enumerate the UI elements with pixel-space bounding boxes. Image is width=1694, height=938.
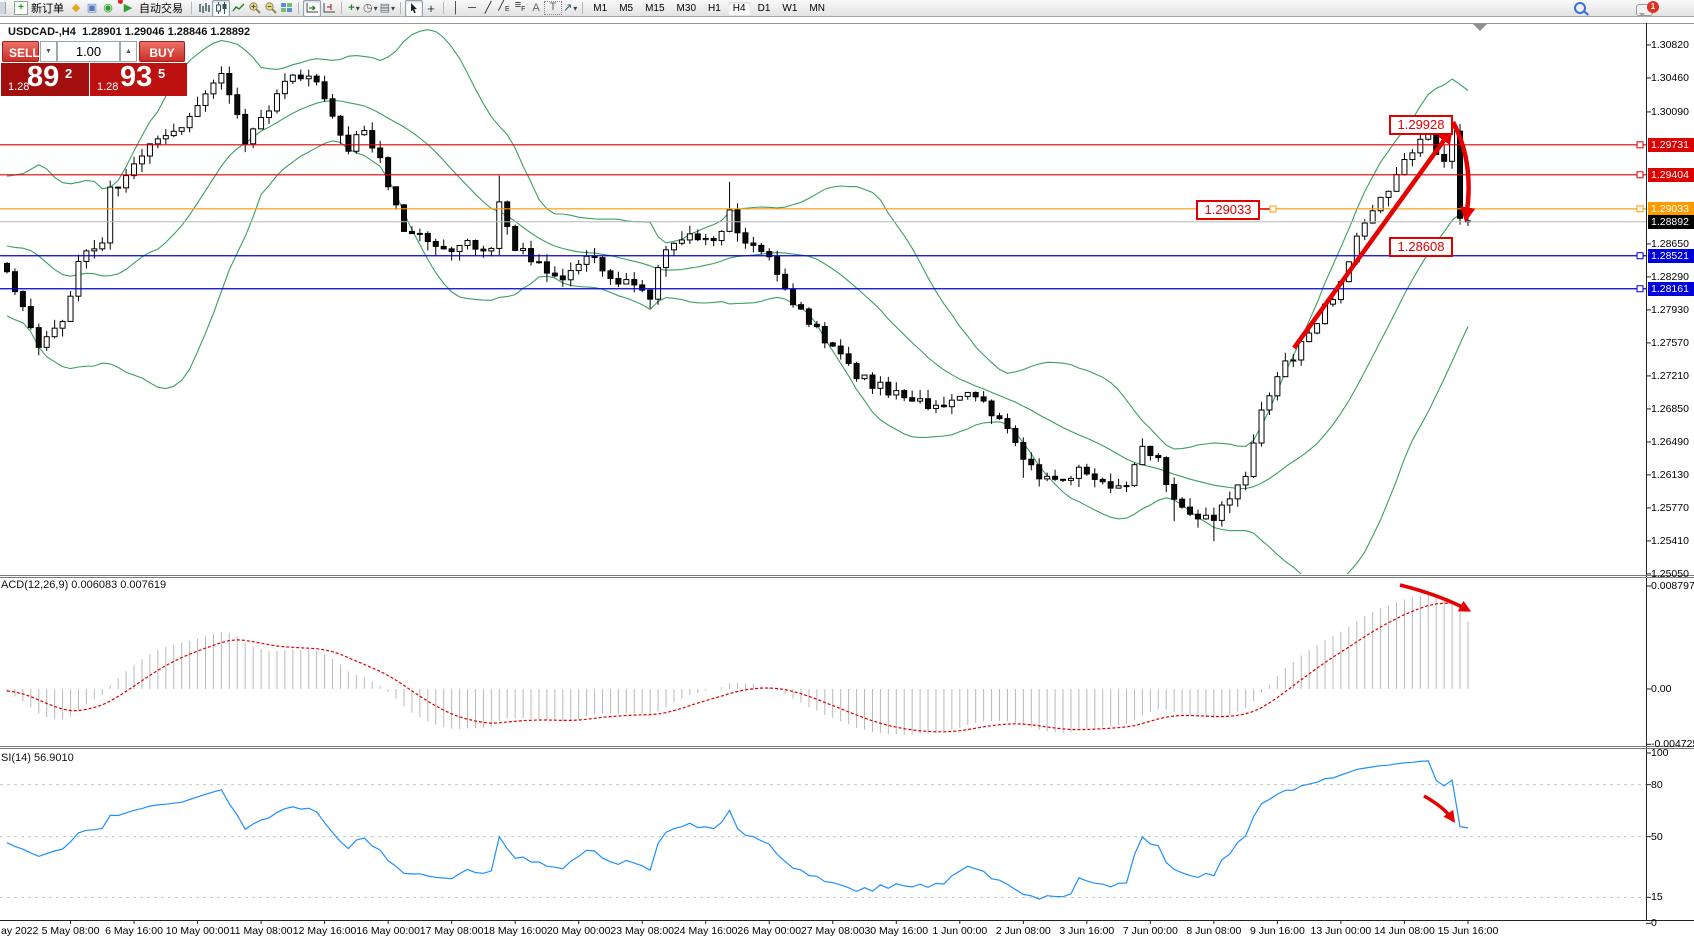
arrows-tool-icon[interactable]: ↗▾ [562,1,578,16]
timeframe-button-mn[interactable]: MN [804,2,830,15]
toolbar-clipped-icon[interactable] [0,2,6,14]
toolbar-separator [400,2,401,14]
horizontal-line-tool-icon[interactable]: ─ [464,1,480,16]
new-order-button[interactable]: + 新订单 [10,1,68,16]
timeframe-button-m30[interactable]: M30 [672,2,701,15]
timeframe-button-d1[interactable]: D1 [753,2,776,15]
bar-chart-type-icon[interactable] [196,1,212,16]
new-order-label: 新订单 [31,0,64,16]
annotation-arrow-macd-turn-down [1400,585,1468,610]
line-chart-type-icon[interactable] [230,1,246,16]
vertical-line-tool-icon[interactable]: │ [448,1,464,16]
chart-shift-icon[interactable] [321,1,337,16]
toolbar-separator [191,2,192,14]
timeframe-button-m5[interactable]: M5 [614,2,638,15]
buy-quote-box[interactable]: 1.28 93 5 [90,63,187,96]
trend-annotation-arrows[interactable] [1294,122,1469,820]
add-indicator-icon[interactable]: +▾ [346,1,362,16]
zoom-in-icon[interactable] [246,1,262,16]
buy-price-big: 93 [120,61,152,94]
cube-icon[interactable]: ◆ [68,1,84,16]
zoom-out-icon[interactable] [262,1,278,16]
search-icon[interactable] [1574,2,1586,14]
new-order-icon: + [14,1,28,15]
toolbar-separator [443,2,444,14]
volume-down-stepper[interactable]: ▼ [40,41,57,62]
sell-price-sup: 2 [65,66,72,81]
timeframe-button-h4[interactable]: H4 [728,2,751,15]
auto-trading-icon: ▶ [120,1,136,16]
volume-up-stepper[interactable]: ▲ [120,41,137,62]
toolbar-separator [298,2,299,14]
signal-icon[interactable]: ◉ [100,1,116,16]
templates-icon[interactable]: ▤▾ [379,1,396,16]
chat-icon[interactable]: 1 [1636,4,1653,16]
toolbar-separator [341,2,342,14]
fibonacci-tool-icon[interactable]: ≡F [512,0,528,18]
rsi-indicator [7,761,1468,899]
horizontal-level-lines[interactable] [0,142,1646,292]
text-label-tool-icon[interactable]: T [544,1,562,15]
bollinger-bands [7,30,1468,587]
text-tool-icon[interactable]: A [528,1,544,16]
timeframe-button-h1[interactable]: H1 [703,2,726,15]
auto-trading-label: 自动交易 [139,0,183,16]
cursor-icon[interactable] [405,0,423,17]
buy-price-sup: 5 [158,66,165,81]
chart-frame [0,23,1694,921]
periods-clock-icon[interactable]: ◷▾ [362,1,379,16]
notification-badge: 1 [1647,1,1659,13]
timeframe-button-w1[interactable]: W1 [777,2,802,15]
volume-input[interactable]: 1.00 [57,41,120,62]
timeframe-button-m1[interactable]: M1 [588,2,612,15]
tile-windows-icon[interactable] [278,1,294,16]
crosshair-icon[interactable]: + [423,1,439,16]
annotation-arrow-rsi-turn-down [1424,796,1453,820]
toolbar-separator [582,2,583,14]
axis-ticks[interactable] [71,45,1651,924]
buy-button[interactable]: BUY [139,41,185,62]
buy-price-prefix: 1.28 [97,81,118,93]
sell-button[interactable]: SELL [2,41,39,62]
top-toolbar: + 新订单 ◆ ▣ ◉ ▶ 自动交易 +▾ ◷▾ ▤▾ + │ ─ ╱ ╱E ≡… [0,0,1694,17]
auto-scroll-icon[interactable] [303,0,321,17]
sell-quote-box[interactable]: 1.28 89 2 [1,63,89,96]
timeframe-button-m15[interactable]: M15 [640,2,669,15]
sell-price-big: 89 [27,61,59,94]
chart-markers [1450,24,1487,126]
one-click-trading-panel: SELL ▼ 1.00 ▲ BUY 1.28 89 2 1.28 93 5 [1,40,191,96]
equidistant-channel-tool-icon[interactable]: ╱E [496,0,512,18]
chart-canvas[interactable] [0,0,1694,938]
auto-trading-button[interactable]: ▶ 自动交易 [116,1,187,16]
macd-indicator [7,595,1468,735]
annotation-arrow-price-up-trend [1294,132,1450,348]
candlestick-chart-type-icon[interactable] [212,0,230,17]
trendline-tool-icon[interactable]: ╱ [480,1,496,16]
terminal-icon[interactable]: ▣ [84,1,100,16]
